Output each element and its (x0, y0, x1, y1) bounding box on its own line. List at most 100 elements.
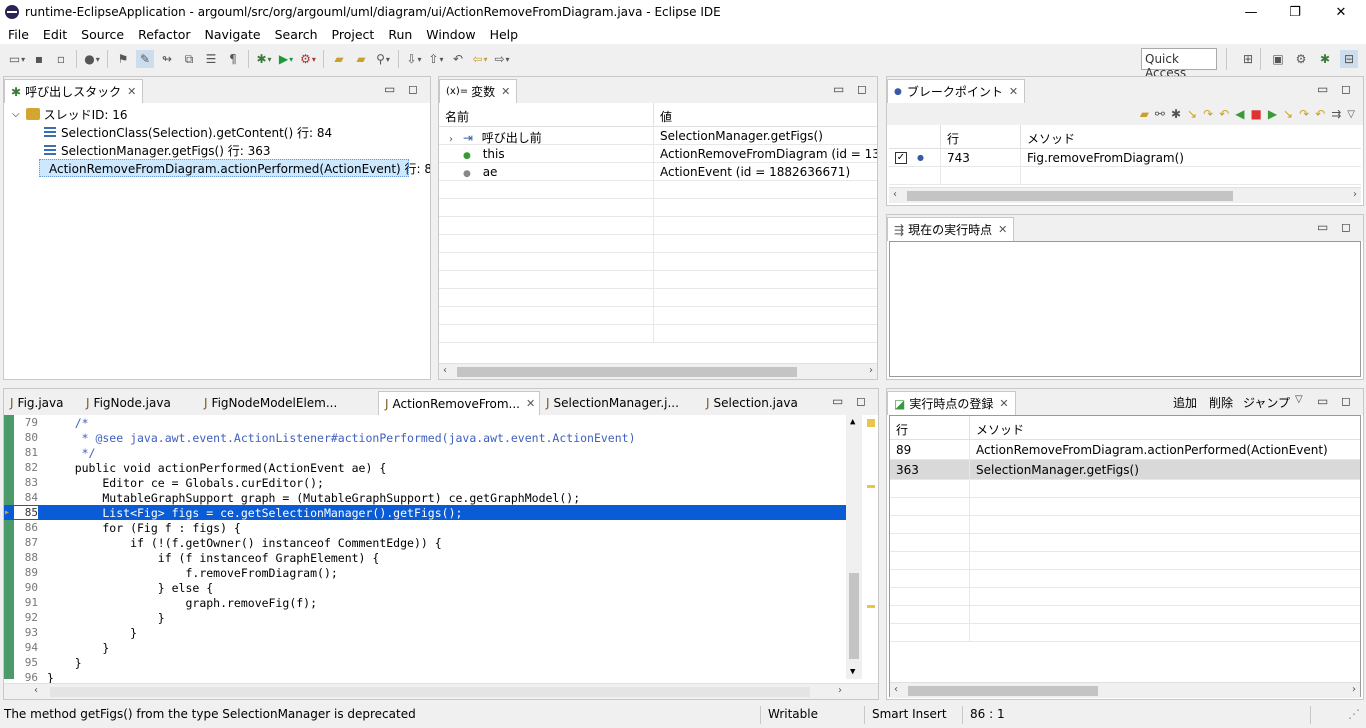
code-line[interactable]: 80 * @see java.awt.event.ActionListener#… (4, 430, 846, 445)
menu-navigate[interactable]: Navigate (198, 27, 268, 42)
maximize-view-icon[interactable]: ◻ (1341, 394, 1351, 408)
breakpoint-icon[interactable]: ⚑ (114, 50, 132, 68)
thread-row[interactable]: ⌵ スレッドID: 16 (4, 105, 430, 123)
recorded-point-row[interactable]: 89 ActionRemoveFromDiagram.actionPerform… (890, 440, 1360, 460)
code-line[interactable]: 92 } (4, 610, 846, 625)
perspective-other-icon[interactable]: ⊟ (1340, 50, 1358, 68)
code-line[interactable]: 84 MutableGraphSupport graph = (MutableG… (4, 490, 846, 505)
horizontal-scrollbar[interactable]: ‹ › (889, 187, 1361, 203)
menu-edit[interactable]: Edit (36, 27, 74, 42)
forward-icon[interactable]: ⇨ (493, 50, 511, 68)
perspective-open-icon[interactable]: ⊞ (1239, 50, 1257, 68)
delete-button[interactable]: 削除 (1209, 394, 1233, 411)
list-icon[interactable]: ☰ (202, 50, 220, 68)
tab-fignodemodelelem[interactable]: J FigNodeModelElem... (198, 391, 378, 415)
resume-back-icon[interactable]: ◀ (1235, 107, 1244, 121)
open-folder-icon[interactable]: ▰ (1140, 107, 1149, 121)
code-line[interactable]: 95 } (4, 655, 846, 670)
status-insert-mode[interactable]: Smart Insert (872, 707, 947, 721)
minimize-view-icon[interactable]: ▭ (1317, 82, 1328, 96)
perspective-java-icon[interactable]: ▣ (1269, 50, 1287, 68)
code-line[interactable]: 90 } else { (4, 580, 846, 595)
maximize-view-icon[interactable]: ◻ (1341, 220, 1351, 234)
save-all-icon[interactable]: ▫ (52, 50, 70, 68)
maximize-view-icon[interactable]: ◻ (857, 82, 867, 96)
minimize-view-icon[interactable]: ▭ (832, 394, 843, 408)
tab-current-point[interactable]: ⇶ 現在の実行時点 ✕ (887, 217, 1015, 241)
step-over-icon[interactable]: ↷ (1203, 107, 1213, 121)
open-folder-icon[interactable]: ▰ (352, 50, 370, 68)
close-icon[interactable]: ✕ (999, 397, 1008, 410)
pilcrow-icon[interactable]: ¶ (224, 50, 242, 68)
new-icon[interactable]: ▭ (8, 50, 26, 68)
col-method-header[interactable]: メソッド (1021, 125, 1361, 148)
tab-callstack[interactable]: ✱ 呼び出しスタック ✕ (4, 79, 144, 103)
col-method-header[interactable]: メソッド (970, 416, 1360, 439)
vertical-scrollbar[interactable]: ▲ ▼ (846, 415, 862, 679)
search-icon[interactable]: ⚲ (374, 50, 392, 68)
terminate-icon[interactable]: ■ (1250, 107, 1261, 121)
chevron-down-icon[interactable]: ⌵ (12, 109, 20, 120)
profile-icon[interactable]: ● (83, 50, 101, 68)
link-icon[interactable]: ⚯ (1155, 107, 1165, 121)
minimize-view-icon[interactable]: ▭ (833, 82, 844, 96)
step-return-2-icon[interactable]: ↶ (1315, 107, 1325, 121)
resume-icon[interactable]: ▶ (1268, 107, 1277, 121)
horizontal-scrollbar[interactable]: ‹ › (890, 682, 1360, 698)
bug-icon[interactable]: ✱ (1171, 107, 1181, 121)
recorded-point-row-selected[interactable]: 363 SelectionManager.getFigs() (890, 460, 1360, 480)
menu-file[interactable]: File (0, 27, 36, 42)
code-line[interactable]: 94 } (4, 640, 846, 655)
col-name-header[interactable]: 名前 (439, 103, 654, 126)
tab-variables[interactable]: (x)= 変数 ✕ (439, 79, 518, 103)
code-line[interactable]: 82 public void actionPerformed(ActionEve… (4, 460, 846, 475)
step-over-2-icon[interactable]: ↷ (1299, 107, 1309, 121)
open-type-icon[interactable]: ▰ (330, 50, 348, 68)
jump-button[interactable]: ジャンプ (1243, 394, 1290, 411)
code-line[interactable]: 87 if (!(f.getOwner() instanceof Comment… (4, 535, 846, 550)
debug-icon[interactable]: ✱ (255, 50, 273, 68)
col-line-header[interactable]: 行 (890, 416, 970, 439)
minimize-view-icon[interactable]: ▭ (1317, 220, 1328, 234)
last-edit-icon[interactable]: ↶ (449, 50, 467, 68)
maximize-button[interactable]: ❐ (1272, 0, 1318, 24)
code-line[interactable]: 89 f.removeFromDiagram(); (4, 565, 846, 580)
menu-project[interactable]: Project (325, 27, 382, 42)
tab-fig-java[interactable]: J Fig.java (4, 391, 80, 415)
step-icon[interactable]: ↬ (158, 50, 176, 68)
save-icon[interactable]: ▪ (30, 50, 48, 68)
menu-refactor[interactable]: Refactor (131, 27, 197, 42)
menu-help[interactable]: Help (483, 27, 526, 42)
close-icon[interactable]: ✕ (526, 397, 535, 410)
view-menu-icon[interactable]: ▽ (1295, 394, 1303, 405)
tab-breakpoints[interactable]: ● ブレークポイント ✕ (887, 79, 1026, 103)
horizontal-scrollbar[interactable]: ‹ › (4, 683, 878, 699)
code-line[interactable]: 81 */ (4, 445, 846, 460)
perspective-team-icon[interactable]: ⚙ (1292, 50, 1310, 68)
maximize-view-icon[interactable]: ◻ (408, 82, 418, 96)
maximize-view-icon[interactable]: ◻ (856, 394, 866, 408)
tab-actionremovefrom[interactable]: J ActionRemoveFrom... ✕ (378, 391, 540, 415)
drop-frame-icon[interactable]: ⧉ (180, 50, 198, 68)
step-into-2-icon[interactable]: ↘ (1283, 107, 1293, 121)
variable-row[interactable]: ● ae ActionEvent (id = 1882636671) (439, 163, 877, 181)
variable-row[interactable]: › ⇥ 呼び出し前 SelectionManager.getFigs() (439, 127, 877, 145)
tab-fignode-java[interactable]: J FigNode.java (80, 391, 198, 415)
maximize-view-icon[interactable]: ◻ (1341, 82, 1351, 96)
code-line[interactable]: 93 } (4, 625, 846, 640)
tab-selectionmanager[interactable]: J SelectionManager.j... (540, 391, 700, 415)
menu-search[interactable]: Search (268, 27, 325, 42)
col-line-header[interactable]: 行 (941, 125, 1021, 148)
menu-source[interactable]: Source (74, 27, 131, 42)
add-button[interactable]: 追加 (1173, 394, 1197, 411)
quick-access-input[interactable]: Quick Access (1141, 48, 1217, 80)
variable-row[interactable]: ● this ActionRemoveFromDiagram (id = 139… (439, 145, 877, 163)
run-icon[interactable]: ▶ (277, 50, 295, 68)
minimize-button[interactable]: — (1228, 0, 1274, 24)
code-line[interactable]: 91 graph.removeFig(f); (4, 595, 846, 610)
use-step-filters-icon[interactable]: ⇉ (1331, 107, 1341, 121)
close-button[interactable]: ✕ (1318, 0, 1364, 24)
overview-ruler[interactable] (864, 415, 878, 679)
prev-annotation-icon[interactable]: ⇧ (427, 50, 445, 68)
code-line[interactable]: 86 for (Fig f : figs) { (4, 520, 846, 535)
